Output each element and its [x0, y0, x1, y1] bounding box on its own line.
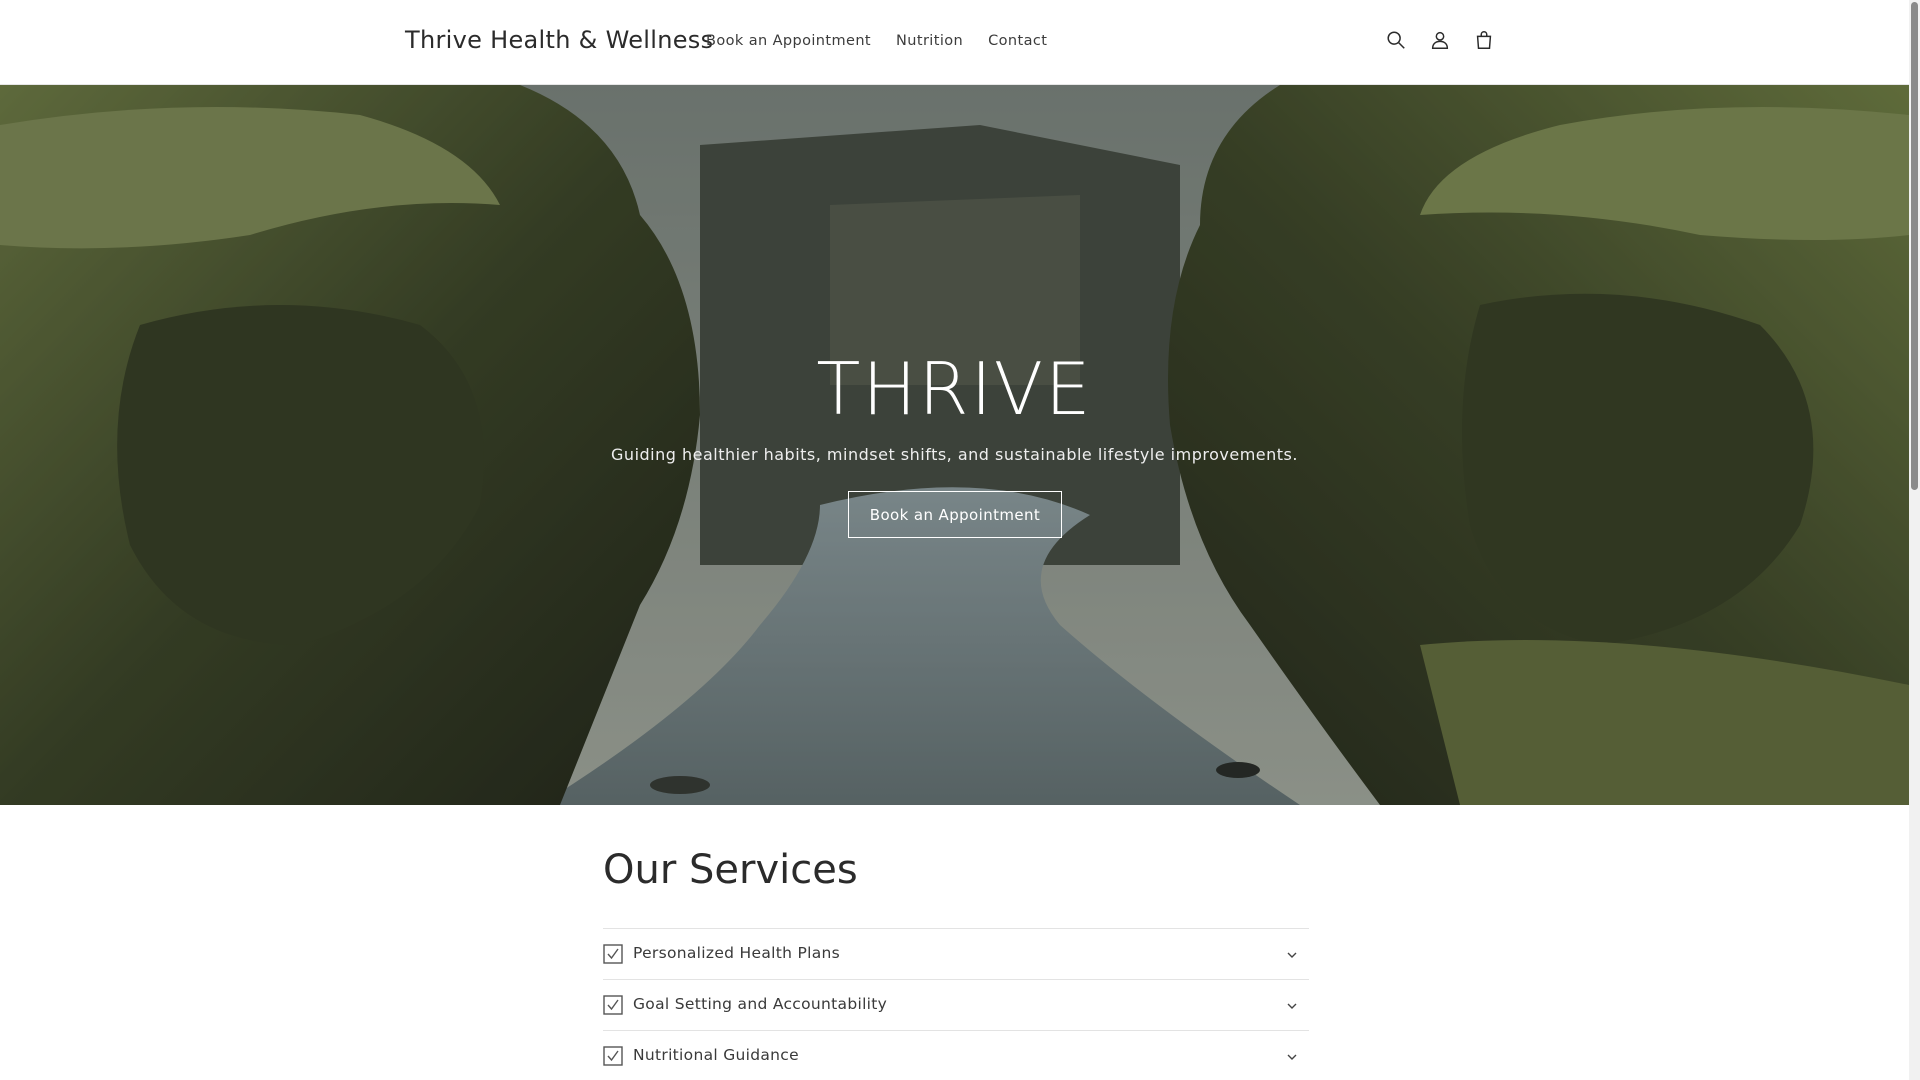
- site-logo[interactable]: Thrive Health & Wellness: [405, 26, 713, 54]
- nav-link-contact[interactable]: Contact: [988, 33, 1047, 49]
- hero-content: THRIVE Guiding healthier habits, mindset…: [0, 85, 1909, 805]
- scrollbar-thumb[interactable]: [1911, 2, 1918, 490]
- service-item-label: Nutritional Guidance: [633, 1046, 799, 1064]
- service-item-label: Personalized Health Plans: [633, 944, 841, 962]
- service-item-personalized-health-plans[interactable]: Personalized Health Plans: [603, 929, 1309, 980]
- checkbox-icon: [603, 995, 623, 1015]
- services-title: Our Services: [603, 847, 858, 893]
- page-scrollbar[interactable]: [1909, 0, 1920, 1080]
- search-icon[interactable]: [1384, 28, 1408, 52]
- nav-link-book-appointment[interactable]: Book an Appointment: [706, 33, 871, 49]
- main-nav: Book an Appointment Nutrition Contact: [706, 33, 1072, 49]
- book-appointment-button[interactable]: Book an Appointment: [848, 491, 1062, 538]
- cart-icon[interactable]: [1472, 28, 1496, 52]
- service-item-label: Goal Setting and Accountability: [633, 995, 888, 1013]
- checkbox-icon: [603, 1046, 623, 1066]
- service-item-nutritional-guidance[interactable]: Nutritional Guidance: [603, 1031, 1309, 1080]
- service-item-goal-setting[interactable]: Goal Setting and Accountability: [603, 980, 1309, 1031]
- account-icon[interactable]: [1428, 28, 1452, 52]
- hero-banner: THRIVE Guiding healthier habits, mindset…: [0, 85, 1909, 805]
- services-accordion: Personalized Health Plans Goal Setting a…: [603, 928, 1309, 1080]
- chevron-down-icon: [1285, 947, 1299, 961]
- site-header: Thrive Health & Wellness Book an Appoint…: [0, 0, 1909, 85]
- hero-subtitle: Guiding healthier habits, mindset shifts…: [611, 445, 1298, 464]
- header-actions: [1384, 28, 1496, 52]
- chevron-down-icon: [1285, 1049, 1299, 1063]
- nav-link-nutrition[interactable]: Nutrition: [896, 33, 963, 49]
- chevron-down-icon: [1285, 998, 1299, 1012]
- hero-title: THRIVE: [816, 347, 1093, 431]
- checkbox-icon: [603, 944, 623, 964]
